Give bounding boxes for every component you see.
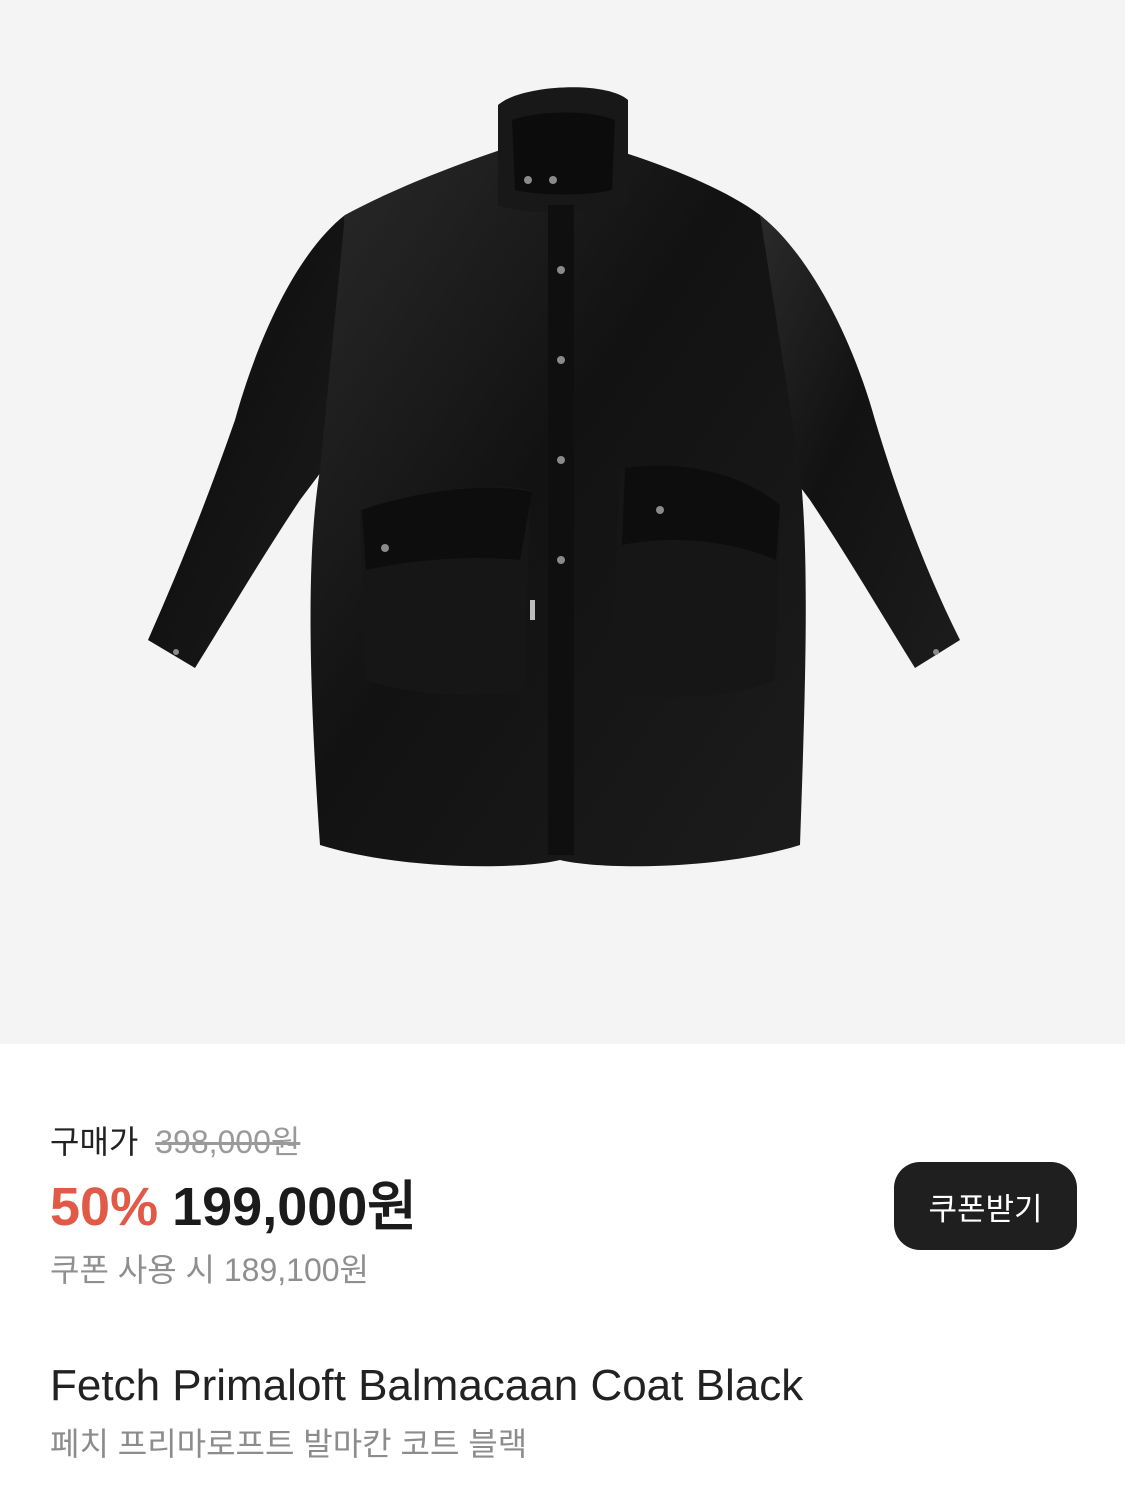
purchase-price-row: 구매가 398,000원 (50, 1122, 300, 1162)
coat-illustration (148, 87, 960, 867)
product-image[interactable] (0, 0, 1125, 1044)
purchase-label: 구매가 (50, 1124, 139, 1160)
coupon-price-text: 쿠폰 사용 시 189,100원 (50, 1252, 369, 1288)
original-price: 398,000원 (155, 1124, 301, 1160)
get-coupon-button[interactable]: 쿠폰받기 (894, 1162, 1077, 1250)
sale-price-row: 50% 199,000원 (50, 1174, 417, 1254)
sale-price: 199,000원 (172, 1177, 417, 1237)
discount-rate: 50% (50, 1177, 159, 1237)
placket (548, 205, 574, 855)
product-title-korean: 페치 프리마로프트 발마칸 코트 블랙 (50, 1426, 528, 1462)
product-info: 구매가 398,000원 50% 199,000원 쿠폰 사용 시 189,100… (0, 1044, 1125, 1500)
product-title-english: Fetch Primaloft Balmacaan Coat Black (50, 1361, 804, 1410)
